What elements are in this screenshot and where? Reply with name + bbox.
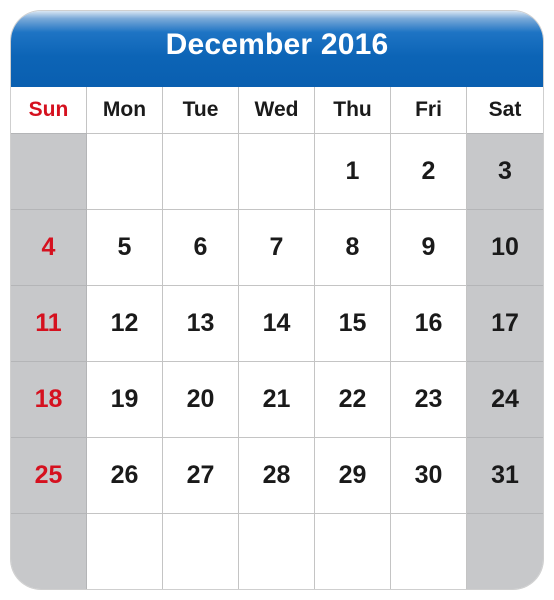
day-cell-21: 21 <box>239 361 315 437</box>
day-name-wed: Wed <box>239 87 315 133</box>
day-cell-1: 1 <box>315 133 391 209</box>
empty-day-cell <box>87 133 163 209</box>
day-cell-5: 5 <box>87 209 163 285</box>
day-cell-24: 24 <box>467 361 543 437</box>
empty-day-cell <box>239 133 315 209</box>
day-cell-10: 10 <box>467 209 543 285</box>
day-cell-6: 6 <box>163 209 239 285</box>
day-cell-20: 20 <box>163 361 239 437</box>
day-name-thu: Thu <box>315 87 391 133</box>
day-grid: 1 2 3 4 5 6 7 8 9 10 11 12 13 14 15 16 17 18 19 20 21 22 23 24 2… <box>11 133 543 589</box>
day-cell-2: 2 <box>391 133 467 209</box>
day-cell-14: 14 <box>239 285 315 361</box>
empty-day-cell <box>11 133 87 209</box>
day-cell-22: 22 <box>315 361 391 437</box>
day-cell-12: 12 <box>87 285 163 361</box>
month-title: December 2016 <box>165 28 389 61</box>
day-cell-11: 11 <box>11 285 87 361</box>
day-cell-28: 28 <box>239 437 315 513</box>
day-cell-25: 25 <box>11 437 87 513</box>
day-name-sun: Sun <box>11 87 87 133</box>
empty-day-cell <box>163 133 239 209</box>
day-cell-23: 23 <box>391 361 467 437</box>
day-cell-29: 29 <box>315 437 391 513</box>
day-cell-3: 3 <box>467 133 543 209</box>
day-cell-27: 27 <box>163 437 239 513</box>
empty-day-cell <box>467 513 543 589</box>
day-cell-16: 16 <box>391 285 467 361</box>
day-name-fri: Fri <box>391 87 467 133</box>
day-name-tue: Tue <box>163 87 239 133</box>
day-cell-26: 26 <box>87 437 163 513</box>
empty-day-cell <box>11 513 87 589</box>
empty-day-cell <box>315 513 391 589</box>
empty-day-cell <box>391 513 467 589</box>
day-name-mon: Mon <box>87 87 163 133</box>
empty-day-cell <box>239 513 315 589</box>
day-cell-7: 7 <box>239 209 315 285</box>
day-cell-15: 15 <box>315 285 391 361</box>
day-cell-17: 17 <box>467 285 543 361</box>
calendar-header: December 2016 <box>11 11 543 87</box>
day-cell-19: 19 <box>87 361 163 437</box>
day-cell-30: 30 <box>391 437 467 513</box>
day-cell-8: 8 <box>315 209 391 285</box>
day-cell-9: 9 <box>391 209 467 285</box>
calendar: December 2016 Sun Mon Tue Wed Thu Fri Sa… <box>11 11 543 589</box>
day-cell-4: 4 <box>11 209 87 285</box>
day-cell-31: 31 <box>467 437 543 513</box>
empty-day-cell <box>87 513 163 589</box>
day-names-row: Sun Mon Tue Wed Thu Fri Sat <box>11 87 543 133</box>
empty-day-cell <box>163 513 239 589</box>
day-name-sat: Sat <box>488 98 522 121</box>
day-cell-18: 18 <box>11 361 87 437</box>
day-cell-13: 13 <box>163 285 239 361</box>
